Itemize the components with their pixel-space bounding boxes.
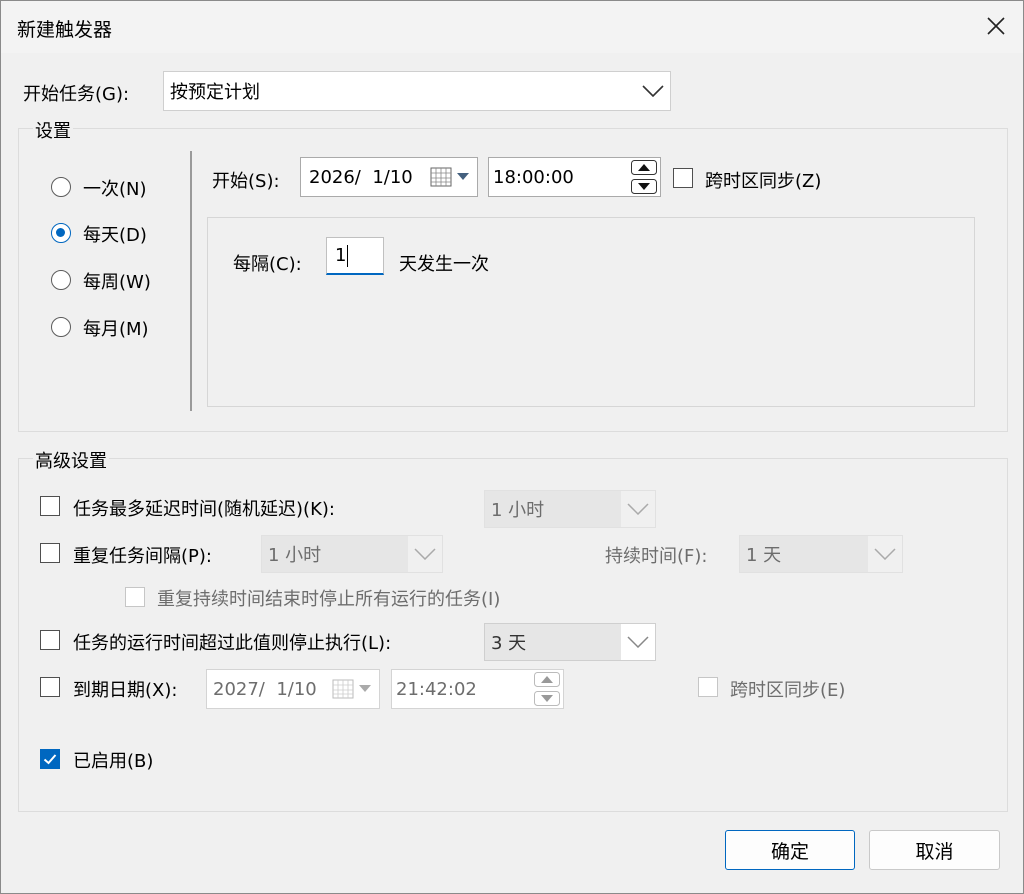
close-icon bbox=[987, 17, 1005, 35]
radio-monthly[interactable] bbox=[51, 317, 71, 337]
expire-time-spinner[interactable] bbox=[533, 672, 561, 706]
enabled-label: 已启用(B) bbox=[73, 751, 154, 772]
radio-monthly-label: 每月(M) bbox=[83, 319, 149, 340]
stop-exceed-select[interactable]: 3 天 bbox=[484, 623, 656, 661]
recur-panel bbox=[207, 217, 975, 407]
expire-checkbox[interactable] bbox=[40, 677, 60, 697]
calendar-icon[interactable] bbox=[429, 166, 473, 188]
begin-task-label: 开始任务(G): bbox=[23, 84, 130, 105]
radio-weekly-label: 每周(W) bbox=[83, 272, 151, 293]
spin-up-icon[interactable] bbox=[631, 160, 657, 175]
duration-label: 持续时间(F): bbox=[605, 546, 708, 567]
cancel-button[interactable]: 取消 bbox=[869, 830, 1000, 870]
expire-sync-label: 跨时区同步(E) bbox=[730, 680, 846, 701]
spin-down-icon[interactable] bbox=[534, 691, 560, 706]
checkmark-icon bbox=[43, 754, 57, 765]
radio-daily-label: 每天(D) bbox=[83, 225, 147, 246]
stop-all-checkbox[interactable] bbox=[125, 587, 145, 607]
title-bar: 新建触发器 bbox=[1, 1, 1023, 53]
sync-timezone-checkbox[interactable] bbox=[673, 168, 693, 188]
sync-timezone-label: 跨时区同步(Z) bbox=[705, 171, 822, 192]
recur-value: 1 bbox=[335, 245, 347, 266]
recur-suffix: 天发生一次 bbox=[399, 254, 489, 275]
begin-task-select[interactable]: 按预定计划 bbox=[163, 71, 671, 111]
duration-value: 1 天 bbox=[740, 536, 868, 572]
chevron-down-icon bbox=[621, 624, 655, 660]
radio-weekly[interactable] bbox=[51, 270, 71, 290]
radio-once-label: 一次(N) bbox=[83, 179, 147, 200]
expire-time-field[interactable]: 21:42:02 bbox=[391, 669, 564, 709]
repeat-label: 重复任务间隔(P): bbox=[73, 546, 212, 567]
delay-checkbox[interactable] bbox=[40, 496, 60, 516]
enabled-checkbox[interactable] bbox=[40, 749, 60, 769]
begin-task-value: 按预定计划 bbox=[170, 82, 260, 103]
chevron-down-icon bbox=[868, 536, 902, 572]
expire-label: 到期日期(X): bbox=[73, 680, 178, 701]
repeat-checkbox[interactable] bbox=[40, 543, 60, 563]
recur-input[interactable]: 1 bbox=[326, 237, 384, 275]
recur-label: 每隔(C): bbox=[233, 254, 302, 275]
dialog-window: 新建触发器 开始任务(G): 按预定计划 设置 一次(N) 每天(D) 每周(W… bbox=[0, 0, 1024, 894]
window-title: 新建触发器 bbox=[17, 19, 113, 41]
delay-label: 任务最多延迟时间(随机延迟)(K): bbox=[73, 499, 335, 520]
expire-date-value: 2027/ 1/10 bbox=[213, 678, 317, 700]
radio-daily[interactable] bbox=[51, 223, 71, 243]
chevron-down-icon bbox=[621, 491, 655, 527]
stop-all-label: 重复持续时间结束时停止所有运行的任务(I) bbox=[157, 589, 501, 610]
chevron-down-icon bbox=[408, 536, 442, 572]
repeat-select[interactable]: 1 小时 bbox=[261, 535, 443, 573]
settings-title: 设置 bbox=[33, 117, 73, 143]
start-date-picker[interactable]: 2026/ 1/10 bbox=[300, 157, 478, 197]
delay-select[interactable]: 1 小时 bbox=[484, 490, 656, 528]
start-time-field[interactable]: 18:00:00 bbox=[488, 157, 661, 197]
spin-up-icon[interactable] bbox=[534, 672, 560, 687]
start-time-spinner[interactable] bbox=[630, 160, 658, 194]
calendar-icon[interactable] bbox=[331, 678, 375, 700]
start-date-value: 2026/ 1/10 bbox=[309, 166, 413, 188]
chevron-down-icon bbox=[636, 72, 670, 110]
duration-select[interactable]: 1 天 bbox=[739, 535, 903, 573]
expire-date-picker[interactable]: 2027/ 1/10 bbox=[206, 669, 380, 709]
expire-sync-checkbox[interactable] bbox=[698, 677, 718, 697]
delay-value: 1 小时 bbox=[485, 491, 621, 527]
start-label: 开始(S): bbox=[212, 171, 280, 192]
advanced-title: 高级设置 bbox=[33, 447, 109, 473]
spin-down-icon[interactable] bbox=[631, 179, 657, 194]
close-button[interactable] bbox=[973, 5, 1019, 47]
repeat-value: 1 小时 bbox=[262, 536, 408, 572]
stop-exceed-label: 任务的运行时间超过此值则停止执行(L): bbox=[73, 633, 392, 654]
stop-exceed-value: 3 天 bbox=[485, 624, 621, 660]
vertical-divider bbox=[190, 151, 192, 411]
stop-exceed-checkbox[interactable] bbox=[40, 630, 60, 650]
ok-button[interactable]: 确定 bbox=[725, 830, 855, 870]
radio-once[interactable] bbox=[51, 177, 71, 197]
text-cursor bbox=[347, 244, 349, 267]
